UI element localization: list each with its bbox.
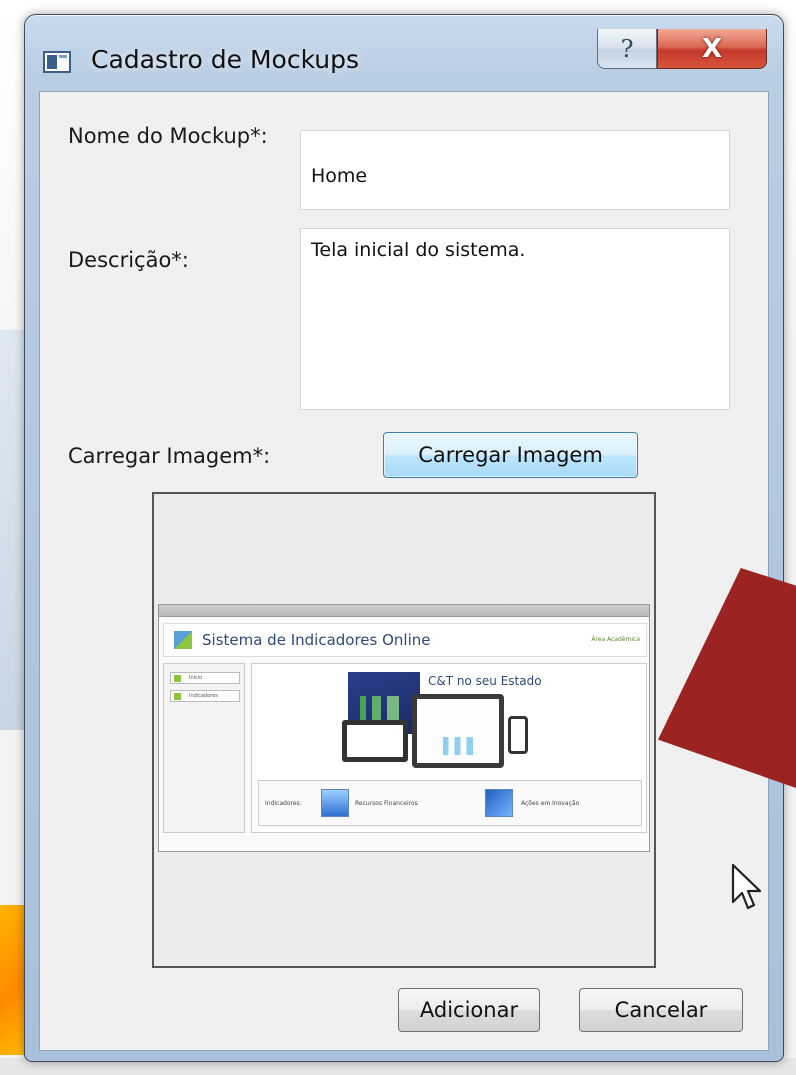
cancel-button[interactable]: Cancelar — [579, 988, 743, 1032]
load-image-button[interactable]: Carregar Imagem — [383, 432, 638, 478]
preview-site-title: Sistema de Indicadores Online — [202, 631, 431, 649]
preview-laptop-graphic — [342, 720, 408, 762]
window-app-icon[interactable] — [43, 51, 71, 73]
dialog-body: Nome do Mockup*: Home Descrição*: Tela i… — [39, 91, 769, 1051]
mockup-name-label: Nome do Mockup*: — [68, 124, 268, 148]
preview-phone-graphic — [508, 716, 528, 754]
mockup-name-input[interactable]: Home — [300, 130, 730, 210]
close-icon: X — [701, 33, 723, 64]
preview-sidebar: Início Indicadores — [163, 663, 245, 833]
preview-sidebar-item-label: Indicadores — [189, 693, 218, 699]
image-preview: Sistema de Indicadores Online Área Acadê… — [152, 492, 656, 968]
preview-sidebar-item-label: Início — [189, 675, 203, 681]
preview-mockup-screenshot: Sistema de Indicadores Online Área Acadê… — [158, 604, 650, 852]
preview-main-content: C&T no seu Estado Indicadores: Recursos … — [251, 663, 647, 833]
preview-sidebar-dot-icon — [174, 675, 181, 682]
preview-finance-label: Recursos Financeiros — [355, 800, 418, 807]
title-bar[interactable]: Cadastro de Mockups ? X — [25, 15, 783, 91]
help-button[interactable]: ? — [597, 29, 657, 69]
preview-header: Sistema de Indicadores Online Área Acadê… — [163, 623, 647, 657]
preview-sidebar-item: Início — [170, 672, 240, 684]
preview-innovation-label: Ações em Inovação — [521, 800, 580, 807]
preview-innovation-icon — [485, 789, 513, 817]
description-label: Descrição*: — [68, 248, 189, 272]
window-title: Cadastro de Mockups — [91, 45, 360, 74]
help-icon: ? — [620, 34, 634, 63]
load-image-label: Carregar Imagem*: — [68, 444, 271, 468]
mouse-cursor-icon — [731, 863, 762, 910]
dialog-window: Cadastro de Mockups ? X Nome do Mockup*:… — [24, 14, 784, 1062]
preview-monitor-graphic — [412, 694, 504, 768]
description-textarea[interactable]: Tela inicial do sistema. — [300, 228, 730, 410]
preview-hero-title: C&T no seu Estado — [428, 674, 542, 688]
add-button[interactable]: Adicionar — [398, 988, 540, 1032]
preview-top-link: Área Acadêmica — [591, 636, 640, 643]
preview-finance-icon — [321, 789, 349, 817]
preview-indicators-label: Indicadores: — [265, 800, 302, 807]
close-button[interactable]: X — [657, 29, 767, 69]
preview-indicators-bar: Indicadores: Recursos Financeiros Ações … — [258, 780, 642, 826]
preview-logo-icon — [174, 631, 192, 649]
preview-sidebar-item: Indicadores — [170, 690, 240, 702]
preview-browser-chrome — [159, 605, 649, 617]
preview-sidebar-dot-icon — [174, 693, 181, 700]
